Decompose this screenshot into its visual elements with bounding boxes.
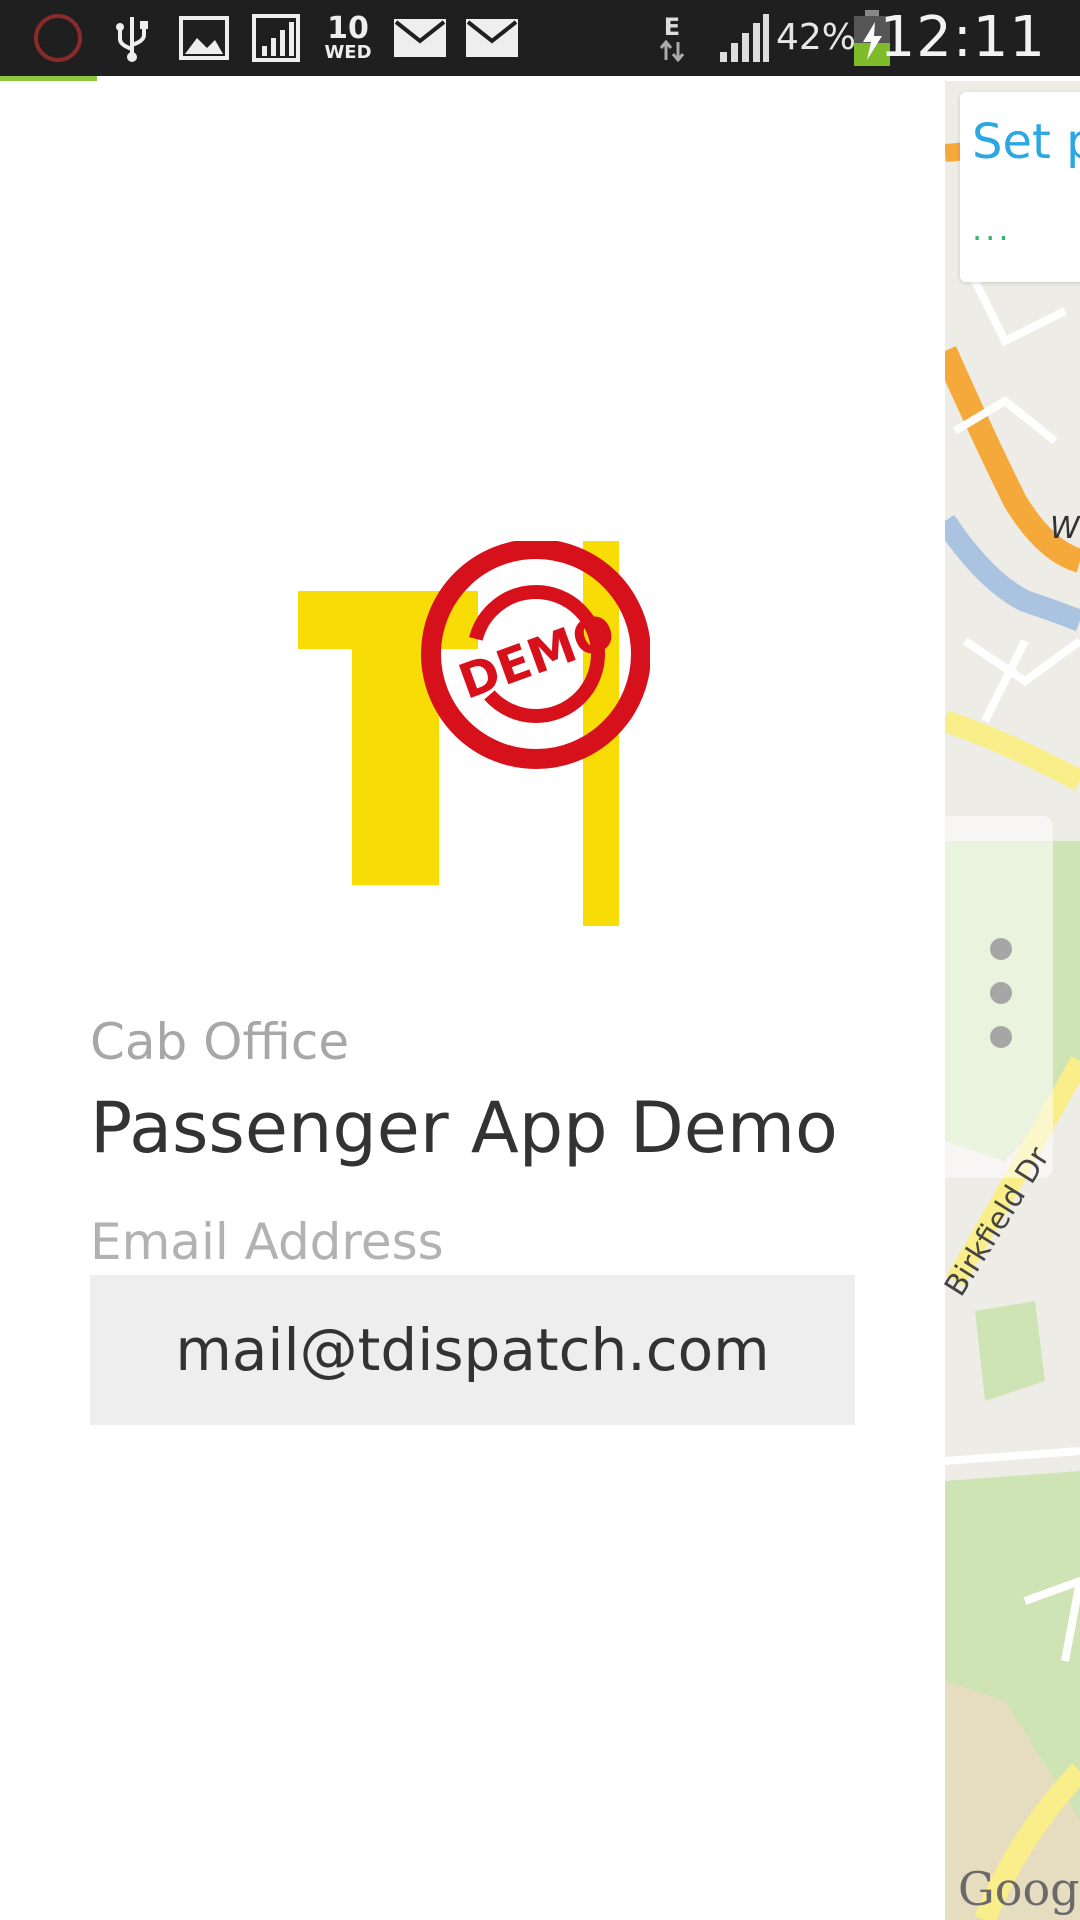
set-pickup-title: Set p: [972, 114, 1080, 170]
usb-icon: [110, 8, 154, 68]
cab-office-label: Cab Office: [90, 1013, 350, 1071]
network-type: E: [663, 13, 681, 41]
edge-data-icon: E: [654, 8, 690, 68]
image-icon: [176, 8, 232, 68]
company-name: Passenger App Demo: [90, 1087, 838, 1169]
set-pickup-subtitle: ...: [972, 210, 1012, 248]
battery-percent: 42%: [776, 17, 857, 58]
mail-icon: [464, 8, 520, 68]
google-attribution: Google: [958, 1862, 1080, 1916]
menu-dot-icon: [990, 938, 1012, 960]
set-pickup-card[interactable]: Set p ...: [960, 92, 1080, 282]
logo: DEMO: [298, 539, 651, 961]
mail-icon: [392, 8, 448, 68]
clock: 12:11: [879, 5, 1046, 70]
email-address-field[interactable]: mail@tdispatch.com: [90, 1275, 855, 1425]
road-label: W: [1050, 511, 1080, 546]
calendar-icon: 10 WED: [320, 8, 376, 68]
circle-notification-icon: [30, 8, 86, 68]
email-value: mail@tdispatch.com: [175, 1316, 770, 1384]
calendar-day: 10: [327, 11, 369, 46]
map-side-panel[interactable]: [945, 816, 1053, 1178]
signal-bars-app-icon: [250, 8, 302, 68]
status-bar: 10 WED E 42% 12:11: [0, 0, 1080, 76]
signal-strength-icon: [716, 8, 772, 68]
calendar-weekday: WED: [324, 42, 372, 63]
email-address-label: Email Address: [90, 1213, 444, 1271]
menu-dot-icon: [990, 1026, 1012, 1048]
side-drawer: DEMO Cab Office Passenger App Demo Email…: [0, 81, 945, 1920]
menu-dot-icon: [990, 982, 1012, 1004]
tdispatch-demo-logo: DEMO: [298, 539, 651, 926]
